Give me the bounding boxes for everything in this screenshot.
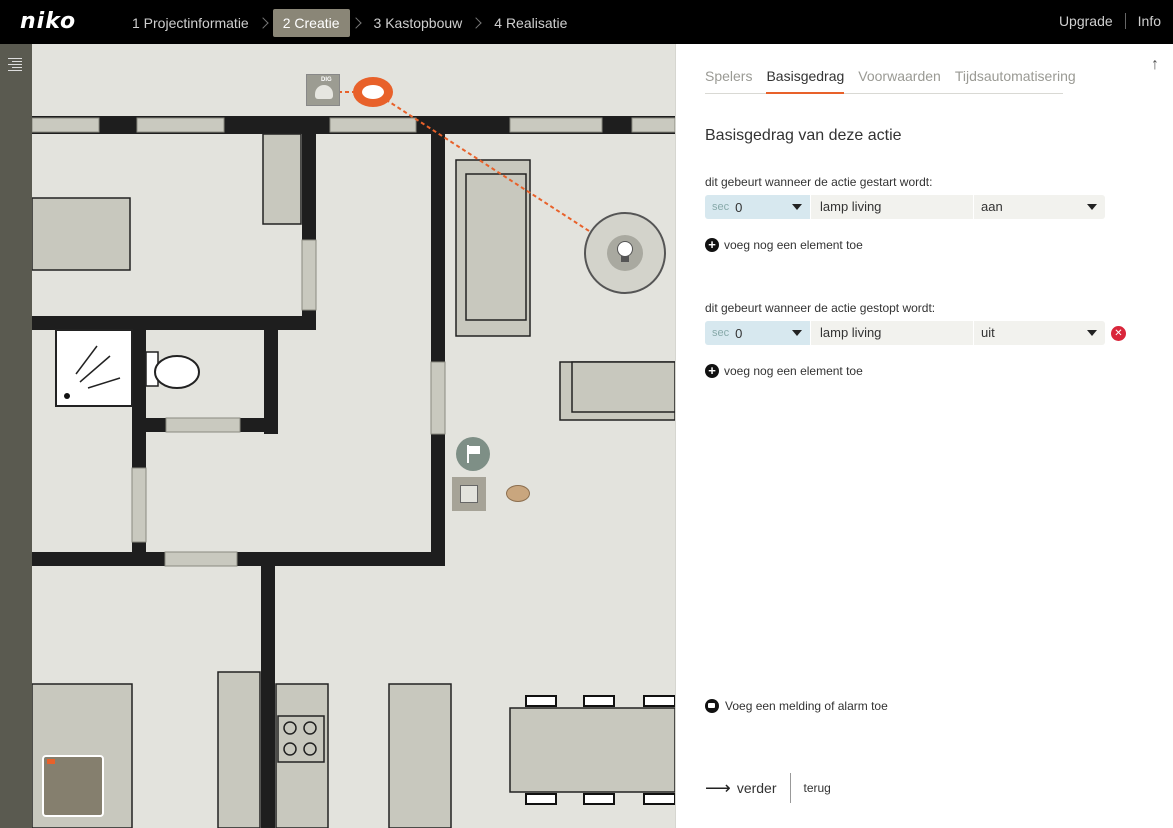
stop-add-element-link[interactable]: + voeg nog een element toe (705, 364, 863, 378)
state-value: uit (981, 325, 995, 340)
action-panel: ↑ Spelers Basisgedrag Voorwaarden Tijdsa… (675, 44, 1173, 828)
chevron-down-icon (792, 330, 802, 336)
chevron-right-icon (257, 17, 269, 29)
delete-icon[interactable]: ✕ (1111, 326, 1126, 341)
tab-spelers[interactable]: Spelers (705, 66, 752, 94)
action-speech-bubble-icon[interactable] (353, 77, 393, 107)
chevron-right-icon (470, 17, 482, 29)
chevron-down-icon (1087, 330, 1097, 336)
tab-tijdsautomatisering[interactable]: Tijdsautomatisering (955, 66, 1076, 94)
device-label: DIG (321, 77, 332, 83)
delay-value: 0 (735, 325, 743, 341)
step-projectinformatie[interactable]: 1 Projectinformatie (124, 9, 257, 37)
delay-unit: sec (712, 201, 730, 213)
speech-bubble-icon[interactable] (506, 485, 530, 502)
floorplan-canvas[interactable]: DIG (32, 44, 675, 828)
arrow-up-icon[interactable]: ↑ (1151, 56, 1159, 74)
stop-delay-select[interactable]: sec 0 (705, 321, 810, 345)
start-element-name[interactable]: lamp living (810, 195, 973, 219)
dimmer-device-icon[interactable]: DIG (306, 74, 340, 106)
divider (789, 773, 791, 803)
left-rail (0, 44, 32, 828)
delay-unit: sec (712, 327, 730, 339)
plus-icon: + (705, 364, 719, 378)
start-add-element-link[interactable]: + voeg nog een element toe (705, 238, 863, 252)
section-title: Basisgedrag van deze actie (705, 127, 902, 144)
stop-action-row: sec 0 lamp living uit (705, 321, 1105, 345)
plus-icon: + (705, 238, 719, 252)
upgrade-link[interactable]: Upgrade (1059, 13, 1113, 29)
back-button[interactable]: terug (804, 781, 831, 795)
niko-logo: niko (20, 9, 77, 34)
minimap[interactable] (42, 755, 104, 817)
switch-icon[interactable] (452, 477, 486, 511)
delay-value: 0 (735, 199, 743, 215)
tab-basisgedrag[interactable]: Basisgedrag (766, 66, 845, 94)
state-value: aan (981, 199, 1003, 214)
start-delay-select[interactable]: sec 0 (705, 195, 810, 219)
minimap-viewport-marker (47, 759, 55, 764)
step-realisatie[interactable]: 4 Realisatie (486, 9, 575, 37)
info-link[interactable]: Info (1138, 13, 1161, 29)
start-row-label: dit gebeurt wanneer de actie gestart wor… (705, 175, 933, 189)
chevron-down-icon (1087, 204, 1097, 210)
arrow-right-icon: ⟶ (705, 777, 731, 798)
step-creatie[interactable]: 2 Creatie (272, 9, 350, 37)
stop-state-select[interactable]: uit (973, 321, 1105, 345)
flag-icon[interactable] (456, 437, 490, 471)
add-alarm-link[interactable]: Voeg een melding of alarm toe (705, 699, 888, 713)
divider (1124, 13, 1126, 29)
step-kastopbouw[interactable]: 3 Kastopbouw (366, 9, 471, 37)
step-navigation: 1 Projectinformatie 2 Creatie 3 Kastopbo… (124, 9, 575, 37)
alarm-icon (705, 699, 719, 713)
start-action-row: sec 0 lamp living aan (705, 195, 1105, 219)
next-button[interactable]: verder (737, 780, 777, 796)
stop-element-name[interactable]: lamp living (810, 321, 973, 345)
lamp-icon[interactable] (584, 212, 666, 294)
add-element-label: voeg nog een element toe (724, 238, 863, 252)
top-bar: niko 1 Projectinformatie 2 Creatie 3 Kas… (0, 0, 1173, 44)
add-element-label: voeg nog een element toe (724, 364, 863, 378)
tab-voorwaarden[interactable]: Voorwaarden (858, 66, 941, 94)
menu-icon[interactable] (8, 58, 22, 72)
panel-footer: ⟶ verder terug (705, 773, 831, 803)
floorplan-drawing (32, 91, 675, 828)
chevron-right-icon (349, 17, 362, 29)
alarm-label: Voeg een melding of alarm toe (725, 699, 888, 713)
chevron-down-icon (792, 204, 802, 210)
top-links: Upgrade Info (1059, 13, 1161, 29)
stop-row-label: dit gebeurt wanneer de actie gestopt wor… (705, 301, 936, 315)
start-state-select[interactable]: aan (973, 195, 1105, 219)
panel-tabs: Spelers Basisgedrag Voorwaarden Tijdsaut… (705, 66, 1076, 94)
